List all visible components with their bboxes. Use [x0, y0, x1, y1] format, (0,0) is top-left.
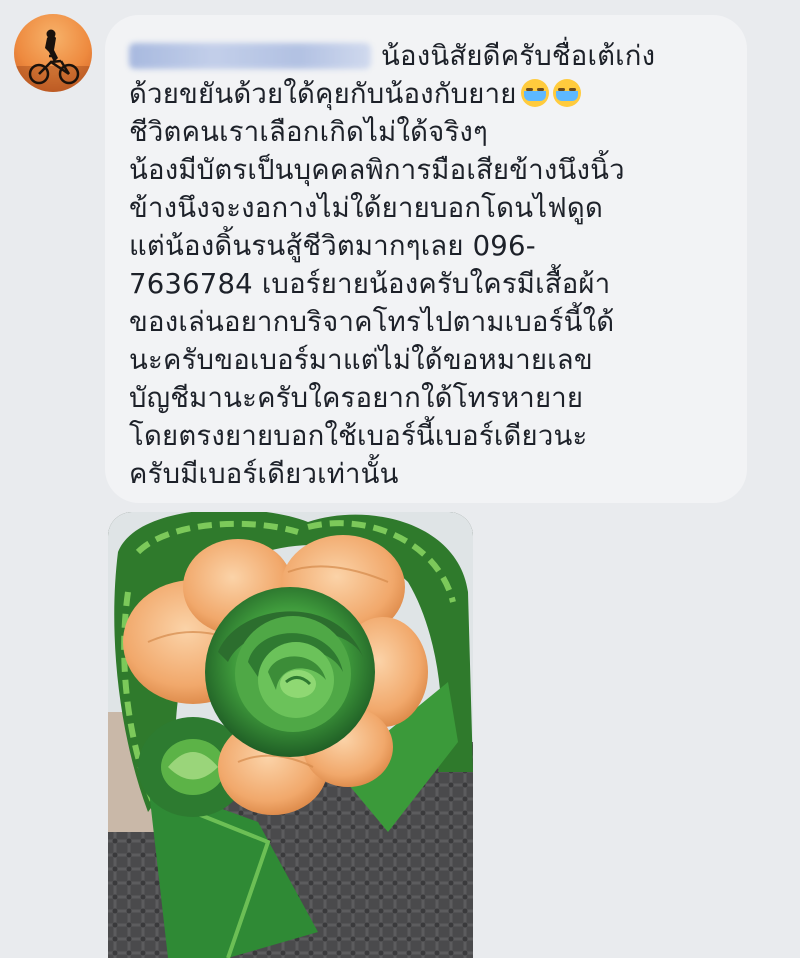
author-avatar[interactable] — [14, 14, 92, 92]
comment-line: 7636784 เบอร์ยายน้องครับใครมีเสื้อผ้า — [129, 268, 611, 300]
comment-line: น้องนิสัยดีครับชื่อเต้เก่ง — [129, 37, 729, 75]
comment-line: แต่น้องดิ้นรนสู้ชีวิตมากๆเลย 096- — [129, 230, 536, 262]
loudly-crying-face-icon — [520, 79, 549, 107]
comment-line: ชีวิตคนเราเลือกเกิดไม่ใด้จริงๆ — [129, 116, 489, 148]
comment-line: ของเล่นอยากบริจาคโทรไปตามเบอร์นี้ใด้ — [129, 306, 615, 338]
loudly-crying-face-icon — [552, 79, 581, 107]
comment-line: ด้วยขยันด้วยใด้คุยกับน้องกับยาย — [129, 75, 729, 113]
comment-line: นะครับขอเบอร์มาแต่ไม่ใด้ขอหมายเลข — [129, 344, 593, 376]
comment-line-text: ด้วยขยันด้วยใด้คุยกับน้องกับยาย — [129, 78, 517, 110]
comment-line: ครับมีเบอร์เดียวเท่านั้น — [129, 458, 399, 490]
woven-leaf-rose-photo — [108, 512, 473, 958]
author-name-blurred[interactable] — [129, 43, 371, 69]
comment-line: บัญชีมานะครับใครอยากใด้โทรหายาย — [129, 382, 584, 414]
comment-line: โดยตรงยายบอกใช้เบอร์นี้เบอร์เดียวนะ — [129, 420, 588, 452]
comment-line-text: น้องนิสัยดีครับชื่อเต้เก่ง — [381, 40, 656, 72]
comment-photo-attachment[interactable] — [108, 512, 473, 958]
comment-line: น้องมีบัตรเป็นบุคคลพิการมือเสียข้างนึงนิ… — [129, 154, 625, 186]
comment-text: น้องนิสัยดีครับชื่อเต้เก่ง ด้วยขยันด้วยใ… — [129, 37, 729, 493]
comment-bubble: น้องนิสัยดีครับชื่อเต้เก่ง ด้วยขยันด้วยใ… — [105, 15, 747, 503]
cyclist-silhouette-icon — [14, 29, 92, 92]
comment-line: ข้างนึงจะงอกางไม่ใด้ยายบอกโดนไฟดูด — [129, 192, 604, 224]
